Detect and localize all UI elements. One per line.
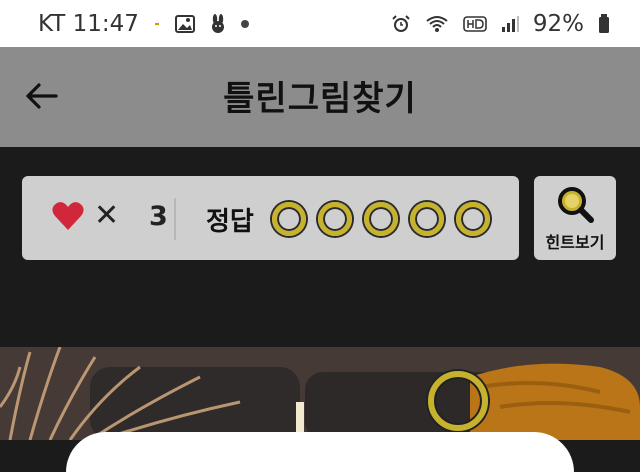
hd-voice-icon [463, 15, 487, 33]
answer-slot [456, 202, 490, 236]
lives-count: 3 [149, 201, 168, 232]
rabbit-app-icon [209, 13, 227, 34]
battery-percent: 92% [532, 10, 584, 37]
game-picture[interactable] [0, 347, 640, 440]
heart-icon [52, 201, 84, 235]
lives-multiplier: ✕ [94, 198, 120, 233]
hint-label: 힌트보기 [545, 233, 605, 252]
carrier-time: KT 11:47 [38, 10, 139, 37]
page-title: 틀린그림찾기 [223, 79, 417, 119]
signal-icon [501, 15, 519, 33]
found-difference-marker [428, 371, 488, 431]
wifi-icon [425, 15, 449, 33]
magnifier-icon [556, 186, 596, 230]
notification-small-icon [153, 20, 161, 28]
game-panel: ✕ 3 정답 힌트보기 [0, 147, 640, 347]
battery-icon [598, 13, 610, 34]
more-notifications-dot [240, 19, 249, 28]
game-info-card: ✕ 3 정답 [22, 176, 519, 260]
answer-slot [410, 202, 444, 236]
divider [174, 198, 176, 240]
answer-slot [272, 202, 306, 236]
bottom-sheet [66, 432, 574, 472]
alarm-icon [391, 14, 411, 34]
status-bar: KT 11:47 92% [0, 0, 640, 47]
answer-label: 정답 [206, 207, 254, 237]
gallery-icon [174, 14, 195, 33]
app-bar: 틀린그림찾기 [0, 47, 640, 147]
hint-button[interactable]: 힌트보기 [534, 176, 616, 260]
status-bar-left: KT 11:47 [38, 11, 249, 37]
status-bar-right: 92% [391, 11, 610, 37]
answer-slot [318, 202, 352, 236]
picture-scene [0, 347, 640, 440]
answer-slot [364, 202, 398, 236]
